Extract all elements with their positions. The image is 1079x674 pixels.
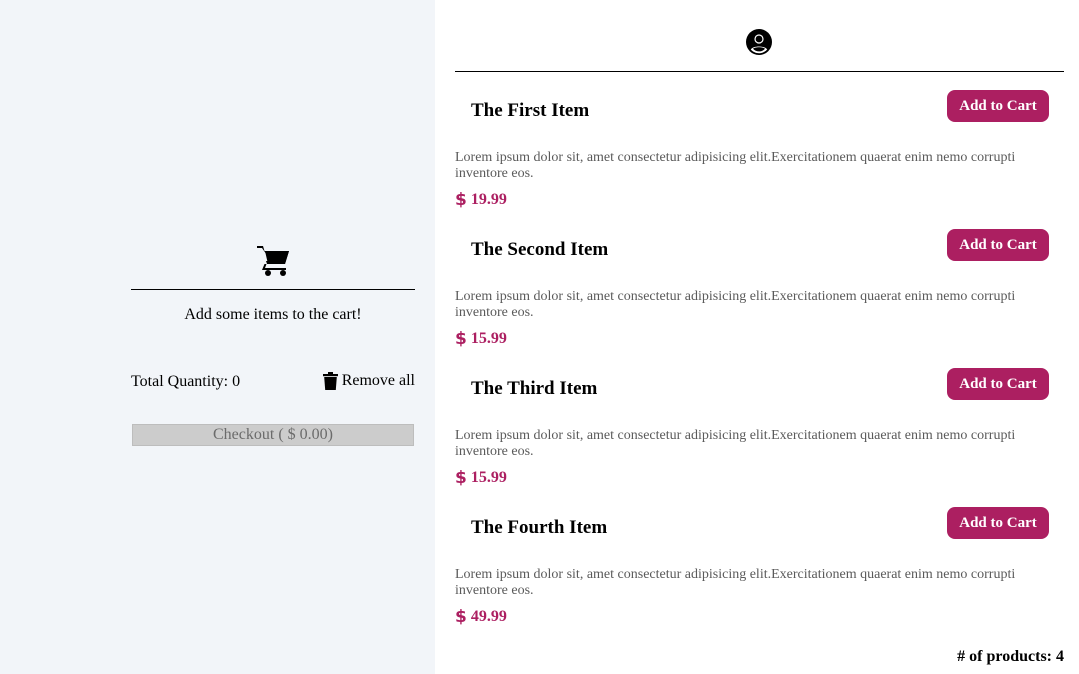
product-price: $ 15.99 [455,469,507,487]
product-description: Lorem ipsum dolor sit, amet consectetur … [455,428,1016,459]
shopping-cart-icon [257,246,289,276]
product-card: The Fourth Item Add to Cart Lorem ipsum … [455,507,1064,647]
dollar-icon: $ [455,328,467,349]
shop-page: Add some items to the cart! Total Quanti… [0,0,1079,674]
product-card: The First Item Add to Cart Lorem ipsum d… [455,90,1064,230]
user-circle-icon[interactable] [745,28,773,56]
product-price: $ 49.99 [455,608,507,626]
product-description: Lorem ipsum dolor sit, amet consectetur … [455,567,1016,598]
price-value: 49.99 [470,608,507,625]
price-value: 15.99 [470,469,507,486]
product-price: $ 15.99 [455,330,507,348]
product-title: The Second Item [471,239,609,260]
product-description: Lorem ipsum dolor sit, amet consectetur … [455,289,1016,320]
add-to-cart-button[interactable]: Add to Cart [947,229,1049,261]
product-title: The Fourth Item [471,517,608,538]
product-count: # of products: 4 [957,648,1064,665]
dollar-icon: $ [455,606,467,627]
product-title: The Third Item [471,378,598,399]
cart-panel: Add some items to the cart! Total Quanti… [0,0,435,674]
price-value: 15.99 [470,330,507,347]
price-value: 19.99 [470,191,507,208]
cart-divider [131,289,415,290]
header-divider [455,71,1064,72]
product-title: The First Item [471,100,590,121]
total-quantity: Total Quantity: 0 [131,373,241,390]
dollar-icon: $ [455,467,467,488]
remove-all-label: Remove all [341,372,415,389]
products-panel: The First Item Add to Cart Lorem ipsum d… [455,0,1064,674]
dollar-icon: $ [455,189,467,210]
product-description: Lorem ipsum dolor sit, amet consectetur … [455,150,1016,181]
trash-icon [322,372,338,390]
add-to-cart-button[interactable]: Add to Cart [947,90,1049,122]
add-to-cart-button[interactable]: Add to Cart [947,368,1049,400]
product-card: The Third Item Add to Cart Lorem ipsum d… [455,368,1064,508]
cart-empty-message: Add some items to the cart! [184,306,362,323]
remove-all-button[interactable]: Remove all [322,372,415,390]
add-to-cart-button[interactable]: Add to Cart [947,507,1049,539]
product-price: $ 19.99 [455,191,507,209]
checkout-button[interactable]: Checkout ( $ 0.00) [132,424,414,446]
product-card: The Second Item Add to Cart Lorem ipsum … [455,229,1064,369]
